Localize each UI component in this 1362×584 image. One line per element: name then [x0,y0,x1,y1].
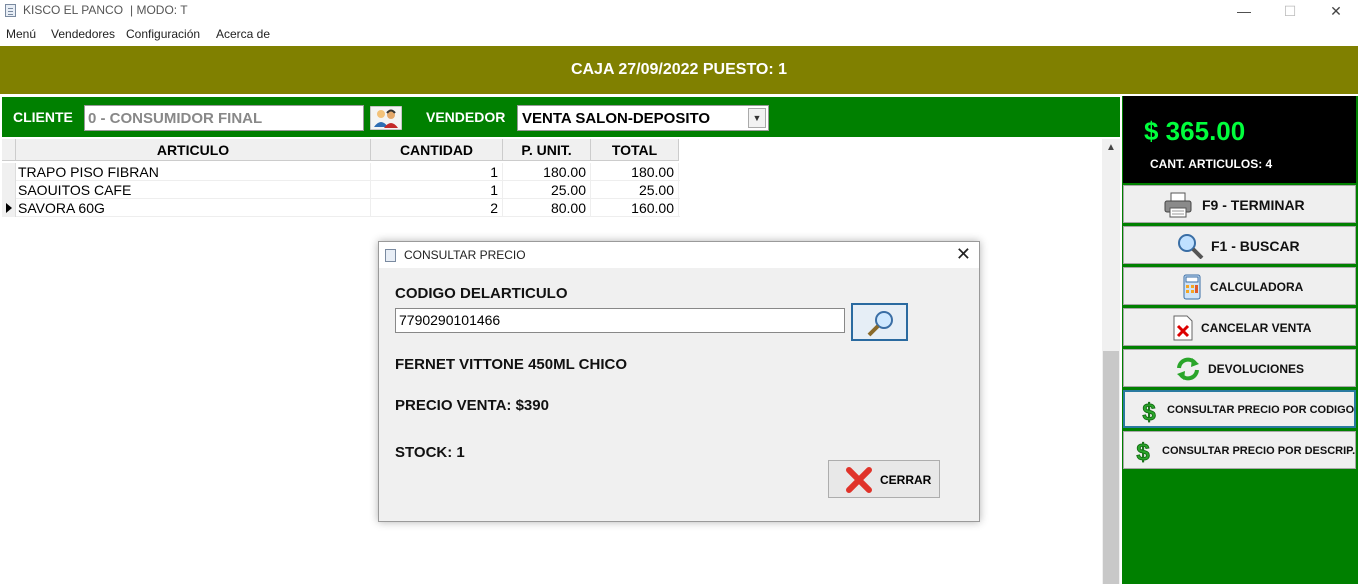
svg-text:$: $ [1142,399,1156,424]
dollar-icon: $ [1142,399,1157,424]
svg-text:$: $ [1136,439,1150,464]
devoluciones-label: DEVOLUCIONES [1208,362,1305,376]
scroll-thumb[interactable] [1103,351,1119,584]
menu-item-menu[interactable]: Menú [6,27,36,41]
search-code-button[interactable] [851,303,908,341]
table-row[interactable]: TRAPO PISO FIBRAN 1 180.00 180.00 [2,163,680,181]
cerrar-button[interactable]: CERRAR [828,460,940,498]
header-cantidad[interactable]: CANTIDAD [371,139,503,161]
cell-total: 25.00 [591,181,679,199]
cell-cantidad: 2 [371,199,503,217]
row-selector[interactable] [2,181,16,199]
table-row[interactable]: SAVORA 60G 2 80.00 160.00 [2,199,680,217]
consultar-precio-dialog: CONSULTAR PRECIO ✕ CODIGO DELARTICULO 77… [378,241,980,522]
buscar-button[interactable]: F1 - BUSCAR [1123,226,1356,264]
menu-item-configuracion[interactable]: Configuración [126,27,200,41]
terminar-button[interactable]: F9 - TERMINAR [1123,185,1356,223]
menu-item-vendedores[interactable]: Vendedores [51,27,115,41]
calculadora-button[interactable]: CALCULADORA [1123,267,1356,305]
cliente-label: CLIENTE [13,109,73,125]
item-count: CANT. ARTICULOS: 4 [1150,157,1273,171]
total-amount: $ 365.00 [1144,116,1246,146]
consultar-codigo-button[interactable]: $ CONSULTAR PRECIO POR CODIGO [1123,390,1356,428]
dialog-title-bar: CONSULTAR PRECIO ✕ [379,242,979,268]
cell-punit: 25.00 [503,181,591,199]
dollar-icon: $ [1136,439,1151,464]
dialog-close-icon[interactable]: ✕ [956,244,971,265]
search-icon [867,311,893,337]
caja-banner: CAJA 27/09/2022 PUESTO: 1 [0,46,1358,94]
cancel-document-icon [1173,315,1193,341]
row-selector[interactable] [2,163,16,181]
clients-icon[interactable] [370,106,402,130]
price-label: PRECIO VENTA: $390 [395,397,549,414]
cell-articulo: SAOUITOS CAFE [18,181,371,199]
cell-cantidad: 1 [371,181,503,199]
close-window-button[interactable]: ✕ [1313,0,1359,22]
printer-icon [1164,192,1192,218]
calculadora-label: CALCULADORA [1210,280,1304,294]
close-x-icon [846,467,872,493]
window-title: KISCO EL PANCO [23,3,124,17]
stock-label: STOCK: 1 [395,444,465,461]
refresh-icon [1177,357,1199,381]
cell-total: 180.00 [591,163,679,181]
app-icon [5,4,16,17]
vendedor-label: VENDEDOR [426,109,506,125]
product-name: FERNET VITTONE 450ML CHICO [395,356,627,373]
terminar-label: F9 - TERMINAR [1202,197,1305,213]
header-total[interactable]: TOTAL [591,139,679,161]
cell-articulo: TRAPO PISO FIBRAN [18,163,371,181]
cell-total: 160.00 [591,199,679,217]
cell-articulo: SAVORA 60G [18,199,371,217]
vendedor-select[interactable]: VENTA SALON-DEPOSITO ▼ [517,105,769,131]
side-panel: $ 365.00 CANT. ARTICULOS: 4 F9 - TERMINA… [1122,96,1358,584]
chevron-down-icon[interactable]: ▼ [748,108,766,128]
cliente-input[interactable]: 0 - CONSUMIDOR FINAL [84,105,364,131]
header-punit[interactable]: P. UNIT. [503,139,591,161]
client-bar: CLIENTE 0 - CONSUMIDOR FINAL VENDEDOR VE… [2,97,1120,137]
row-selector-current[interactable] [2,199,16,217]
table-row[interactable]: SAOUITOS CAFE 1 25.00 25.00 [2,181,680,199]
grid-corner [2,139,16,161]
code-label: CODIGO DELARTICULO [395,285,568,302]
total-display: $ 365.00 CANT. ARTICULOS: 4 [1123,96,1356,183]
menu-bar: Menú Vendedores Configuración Acerca de [0,24,1362,44]
scroll-up-icon[interactable]: ▲ [1102,139,1120,157]
calculator-icon [1183,274,1201,300]
code-input[interactable]: 7790290101466 [395,308,845,333]
dialog-app-icon [385,249,396,262]
cancelar-venta-label: CANCELAR VENTA [1201,321,1312,335]
magnifier-icon [1178,234,1204,259]
cerrar-label: CERRAR [880,473,932,487]
title-bar: KISCO EL PANCO | MODO: T — ☐ ✕ [0,0,1362,22]
buscar-label: F1 - BUSCAR [1211,238,1300,254]
cell-punit: 180.00 [503,163,591,181]
consultar-descrip-button[interactable]: $ CONSULTAR PRECIO POR DESCRIP. [1123,431,1356,469]
header-articulo[interactable]: ARTICULO [16,139,371,161]
mode-label: | MODO: T [130,3,188,17]
cell-cantidad: 1 [371,163,503,181]
vertical-scrollbar[interactable]: ▲ [1102,139,1120,584]
minimize-button[interactable]: — [1221,0,1267,22]
consultar-descrip-label: CONSULTAR PRECIO POR DESCRIP. [1162,445,1356,457]
cancelar-venta-button[interactable]: CANCELAR VENTA [1123,308,1356,346]
menu-item-acerca[interactable]: Acerca de [216,27,270,41]
maximize-button[interactable]: ☐ [1267,0,1313,22]
consultar-codigo-label: CONSULTAR PRECIO POR CODIGO [1167,404,1355,416]
dialog-title: CONSULTAR PRECIO [404,248,526,262]
devoluciones-button[interactable]: DEVOLUCIONES [1123,349,1356,387]
cell-punit: 80.00 [503,199,591,217]
vendedor-value: VENTA SALON-DEPOSITO [522,110,711,127]
